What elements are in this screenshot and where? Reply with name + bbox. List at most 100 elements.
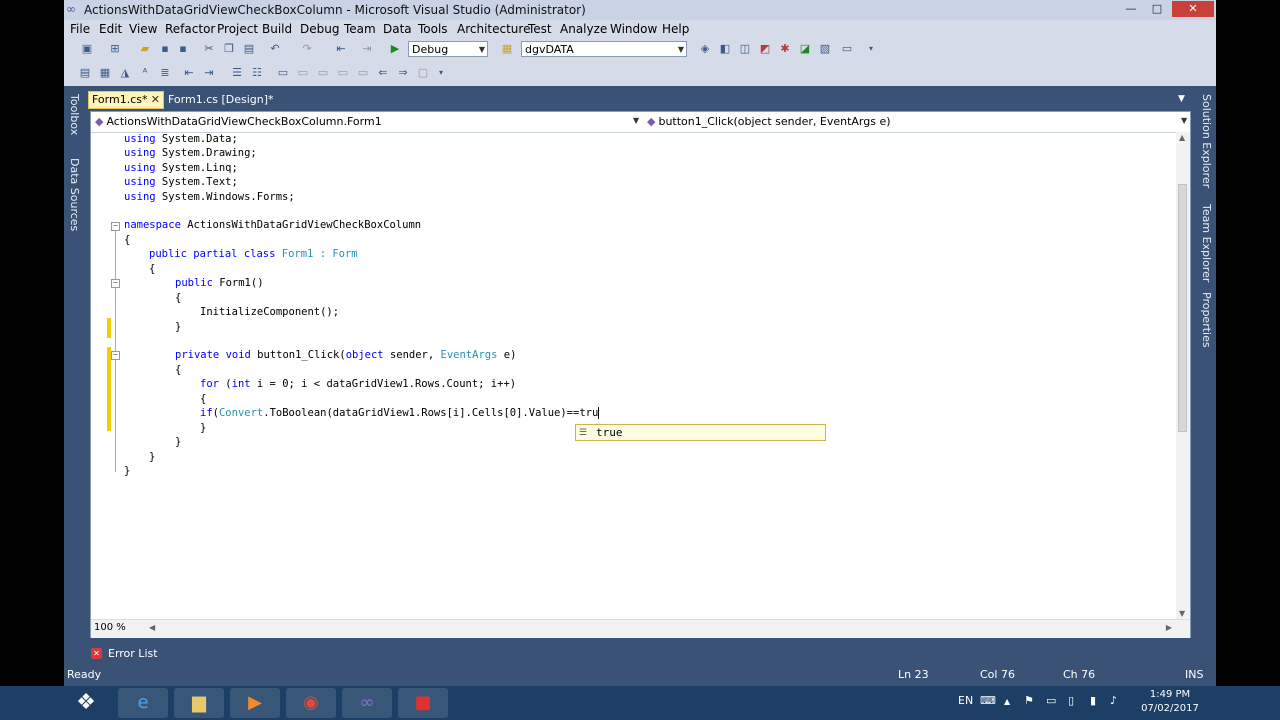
device-icon[interactable]: ▭ — [1046, 694, 1056, 707]
usb-icon[interactable]: ▯ — [1068, 694, 1074, 707]
cut-icon[interactable]: ✂ — [202, 42, 216, 56]
start-debug-icon[interactable]: ▶ — [388, 42, 402, 56]
find-combo[interactable]: dgvDATA ▼ — [521, 41, 687, 57]
vertical-scrollbar[interactable]: ▲ ▼ — [1176, 132, 1190, 619]
chevron-down-icon[interactable]: ▼ — [633, 116, 639, 125]
properties-icon[interactable]: ◧ — [718, 42, 732, 56]
quick-info-icon[interactable]: ◮ — [118, 66, 132, 80]
zoom-level[interactable]: 100 % — [94, 622, 126, 633]
solution-explorer-tab[interactable]: Solution Explorer — [1200, 94, 1213, 188]
toggle-bookmark-icon[interactable]: ▭ — [276, 66, 290, 80]
menu-test[interactable]: Test — [528, 22, 552, 36]
scroll-up-icon[interactable]: ▲ — [1179, 133, 1185, 142]
save-icon[interactable]: ▪ — [158, 42, 172, 56]
scroll-down-icon[interactable]: ▼ — [1179, 609, 1185, 618]
tab-form1-design[interactable]: Form1.cs [Design]* — [168, 93, 274, 106]
menu-edit[interactable]: Edit — [99, 22, 122, 36]
toolbar-overflow-icon[interactable]: ▾ — [434, 66, 448, 80]
save-all-icon[interactable]: ▪ — [176, 42, 190, 56]
intellisense-item[interactable]: true — [596, 425, 623, 441]
solution-explorer-icon[interactable]: ◈ — [698, 42, 712, 56]
format-icon[interactable]: ≣ — [158, 66, 172, 80]
menu-data[interactable]: Data — [383, 22, 412, 36]
copy-icon[interactable]: ❐ — [222, 42, 236, 56]
menu-project[interactable]: Project — [217, 22, 258, 36]
decrease-indent-icon[interactable]: ⇤ — [182, 66, 196, 80]
paste-icon[interactable]: ▤ — [242, 42, 256, 56]
action-center-icon[interactable]: ⚑ — [1024, 694, 1034, 707]
properties-tab[interactable]: Properties — [1200, 292, 1213, 348]
code-area[interactable]: − − − using System.Data; using System.Dr… — [91, 132, 1176, 619]
menu-window[interactable]: Window — [610, 22, 657, 36]
tab-form1-cs[interactable]: Form1.cs* ✕ — [88, 91, 164, 109]
undo-icon[interactable]: ↶ — [268, 42, 282, 56]
maximize-button[interactable]: □ — [1146, 1, 1168, 17]
chevron-down-icon[interactable]: ▼ — [1178, 94, 1185, 104]
menu-build[interactable]: Build — [262, 22, 292, 36]
media-player-icon[interactable]: ▶ — [230, 688, 280, 718]
menu-debug[interactable]: Debug — [300, 22, 339, 36]
intellisense-popup[interactable]: ☰ true — [575, 424, 826, 441]
prev-bookmark-folder-icon[interactable]: ▭ — [336, 66, 350, 80]
menu-help[interactable]: Help — [662, 22, 689, 36]
menu-view[interactable]: View — [129, 22, 157, 36]
next-bookmark-icon[interactable]: ▭ — [316, 66, 330, 80]
menu-tools[interactable]: Tools — [418, 22, 448, 36]
menu-team[interactable]: Team — [344, 22, 376, 36]
more-windows-icon[interactable]: ▭ — [840, 42, 854, 56]
start-page-icon[interactable]: ◪ — [798, 42, 812, 56]
scroll-right-icon[interactable]: ▶ — [1166, 623, 1172, 632]
close-tab-icon[interactable]: ✕ — [151, 92, 160, 108]
navigate-forward-icon[interactable]: ⇥ — [360, 42, 374, 56]
extension-manager-icon[interactable]: ✱ — [778, 42, 792, 56]
prev-bookmark-doc-icon[interactable]: ⇐ — [376, 66, 390, 80]
add-item-icon[interactable]: ⊞ — [108, 42, 122, 56]
scrollbar-thumb[interactable] — [1178, 184, 1187, 432]
chrome-icon[interactable]: ◉ — [286, 688, 336, 718]
toolbox-tab[interactable]: Toolbox — [68, 94, 81, 135]
menu-analyze[interactable]: Analyze — [560, 22, 607, 36]
next-bookmark-folder-icon[interactable]: ▭ — [356, 66, 370, 80]
minimize-button[interactable]: — — [1120, 1, 1142, 17]
redo-icon[interactable]: ↷ — [300, 42, 314, 56]
word-completion-icon[interactable]: ᴬ — [138, 66, 152, 80]
collapse-icon[interactable]: − — [111, 222, 120, 231]
parameter-info-icon[interactable]: ▦ — [98, 66, 112, 80]
data-sources-tab[interactable]: Data Sources — [68, 158, 81, 231]
language-indicator[interactable]: EN — [958, 694, 973, 707]
clock[interactable]: 1:49 PM 07/02/2017 — [1136, 688, 1204, 716]
next-bookmark-doc-icon[interactable]: ⇒ — [396, 66, 410, 80]
member-selector[interactable]: ◆ button1_Click(object sender, EventArgs … — [647, 113, 1177, 130]
prev-bookmark-icon[interactable]: ▭ — [296, 66, 310, 80]
file-explorer-icon[interactable]: ▆ — [174, 688, 224, 718]
windows-start-icon[interactable]: ❖ — [66, 686, 106, 720]
find-in-files-icon[interactable]: ▦ — [500, 42, 514, 56]
display-member-list-icon[interactable]: ▤ — [78, 66, 92, 80]
menu-file[interactable]: File — [70, 22, 90, 36]
error-list-tab[interactable]: ✕ Error List — [86, 645, 176, 663]
volume-icon[interactable]: ♪ — [1110, 694, 1117, 707]
object-browser-icon[interactable]: ◫ — [738, 42, 752, 56]
server-explorer-icon[interactable]: ▧ — [818, 42, 832, 56]
collapse-icon[interactable]: − — [111, 351, 120, 360]
keyboard-icon[interactable]: ⌨ — [980, 694, 996, 707]
network-icon[interactable]: ▮ — [1090, 694, 1096, 707]
open-file-icon[interactable]: ▰ — [138, 42, 152, 56]
visual-studio-icon[interactable]: ∞ — [342, 688, 392, 718]
menu-architecture[interactable]: Architecture — [457, 22, 530, 36]
team-explorer-tab[interactable]: Team Explorer — [1200, 204, 1213, 282]
toolbar-overflow-icon[interactable]: ▾ — [864, 42, 878, 56]
scroll-left-icon[interactable]: ◀ — [149, 623, 155, 632]
recorder-icon[interactable]: ■ — [398, 688, 448, 718]
clear-bookmarks-icon[interactable]: ▢ — [416, 66, 430, 80]
solution-configuration-select[interactable]: Debug ▼ — [408, 41, 488, 57]
show-hidden-icons-icon[interactable]: ▲ — [1004, 697, 1010, 706]
type-selector[interactable]: ◆ ActionsWithDataGridViewCheckBoxColumn.F… — [95, 113, 635, 130]
toolbox-icon[interactable]: ◩ — [758, 42, 772, 56]
code-editor[interactable]: ◆ ActionsWithDataGridViewCheckBoxColumn.F… — [90, 111, 1191, 638]
uncomment-icon[interactable]: ☷ — [250, 66, 264, 80]
menu-refactor[interactable]: Refactor — [165, 22, 215, 36]
comment-out-icon[interactable]: ☰ — [230, 66, 244, 80]
increase-indent-icon[interactable]: ⇥ — [202, 66, 216, 80]
close-button[interactable]: ✕ — [1172, 1, 1214, 17]
